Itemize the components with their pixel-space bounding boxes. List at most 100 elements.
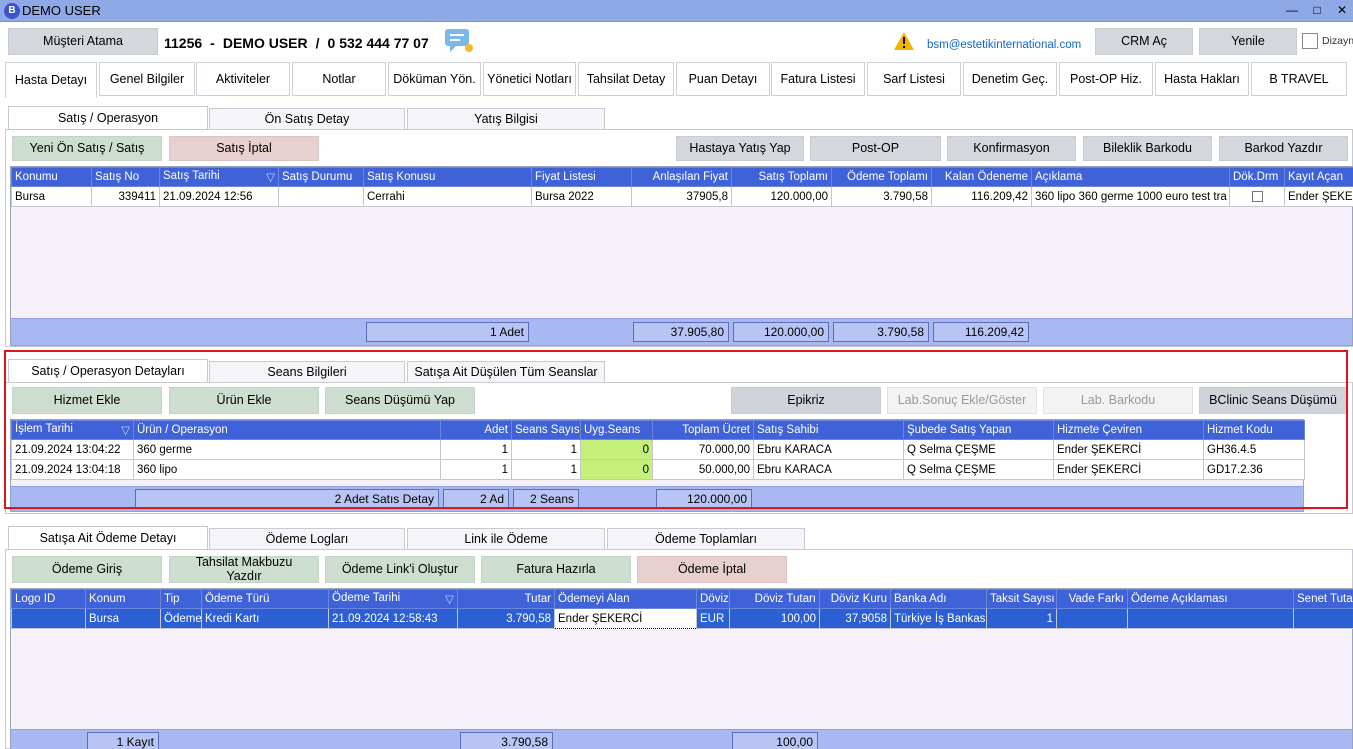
- cell-banka-adi[interactable]: Türkiye İş Bankası: [890, 608, 987, 629]
- cell-islem-tarihi[interactable]: 21.09.2024 13:04:18: [11, 459, 134, 480]
- col-odeme-aciklamasi[interactable]: Ödeme Açıklaması: [1127, 589, 1294, 609]
- cell-uyg-seans[interactable]: 0: [580, 459, 653, 480]
- barkod-yazdir-button[interactable]: Barkod Yazdır: [1219, 136, 1348, 161]
- minimize-button[interactable]: —: [1280, 2, 1304, 19]
- col-kayit-acan[interactable]: Kayıt Açan: [1284, 167, 1353, 187]
- col-hizmete-ceviren[interactable]: Hizmete Çeviren: [1053, 420, 1204, 440]
- cell-odeme-turu[interactable]: Kredi Kartı: [201, 608, 329, 629]
- cell-konum[interactable]: Bursa: [85, 608, 161, 629]
- cell-adet[interactable]: 1: [440, 439, 512, 460]
- cell-odeme-tarihi[interactable]: 21.09.2024 12:58:43: [328, 608, 458, 629]
- cell-seans-sayisi[interactable]: 1: [511, 439, 581, 460]
- col-logo-id[interactable]: Logo ID: [11, 589, 86, 609]
- cell-satis-tarihi[interactable]: 21.09.2024 12:56: [159, 186, 279, 207]
- tab-dokuman[interactable]: Döküman Yön.: [388, 62, 481, 96]
- col-islem-tarihi[interactable]: İşlem Tarihi ▽: [11, 420, 134, 440]
- cell-subede-satis[interactable]: Q Selma ÇEŞME: [903, 439, 1054, 460]
- cell-satis-durumu[interactable]: [278, 186, 364, 207]
- dizayn-checkbox[interactable]: [1302, 33, 1318, 49]
- tab-dusulen-seanslar[interactable]: Satışa Ait Düşülen Tüm Seanslar: [407, 361, 605, 383]
- seans-dusumu-button[interactable]: Seans Düşümü Yap: [325, 387, 475, 414]
- fatura-hazirla-button[interactable]: Fatura Hazırla: [481, 556, 631, 583]
- col-odeme-tarihi[interactable]: Ödeme Tarihi ▽: [328, 589, 458, 609]
- col-doviz-tutari[interactable]: Döviz Tutarı: [729, 589, 820, 609]
- odeme-link-button[interactable]: Ödeme Link'i Oluştur: [325, 556, 475, 583]
- dok-drm-checkbox[interactable]: [1251, 190, 1263, 202]
- col-hizmet-kodu[interactable]: Hizmet Kodu: [1203, 420, 1305, 440]
- tab-yatis-bilgisi[interactable]: Yatış Bilgisi: [407, 108, 605, 130]
- cell-adet[interactable]: 1: [440, 459, 512, 480]
- cell-satis-sahibi[interactable]: Ebru KARACA: [753, 459, 904, 480]
- musteri-atama-button[interactable]: Müşteri Atama: [8, 28, 158, 55]
- col-satis-toplami[interactable]: Satış Toplamı: [731, 167, 832, 187]
- tab-sarf-listesi[interactable]: Sarf Listesi: [867, 62, 961, 96]
- tab-link-ile-odeme[interactable]: Link ile Ödeme: [407, 528, 605, 550]
- tab-seans-bilgileri[interactable]: Seans Bilgileri: [209, 361, 405, 383]
- odeme-iptal-button[interactable]: Ödeme İptal: [637, 556, 787, 583]
- col-senet-tutari[interactable]: Senet Tutarı: [1293, 589, 1353, 609]
- col-fiyat-listesi[interactable]: Fiyat Listesi: [531, 167, 632, 187]
- col-konum[interactable]: Konum: [85, 589, 161, 609]
- col-adet[interactable]: Adet: [440, 420, 512, 440]
- cell-seans-sayisi[interactable]: 1: [511, 459, 581, 480]
- col-tip[interactable]: Tip: [160, 589, 202, 609]
- bclinic-seans-button[interactable]: BClinic Seans Düşümü: [1199, 387, 1347, 414]
- cell-satis-no[interactable]: 339411: [91, 186, 160, 207]
- crm-button[interactable]: CRM Aç: [1095, 28, 1193, 55]
- cell-urun[interactable]: 360 lipo: [133, 459, 441, 480]
- lab-barkodu-button[interactable]: Lab. Barkodu: [1043, 387, 1193, 414]
- cell-hizmet-kodu[interactable]: GH36.4.5: [1203, 439, 1305, 460]
- col-subede-satis[interactable]: Şubede Satış Yapan: [903, 420, 1054, 440]
- table-row[interactable]: 21.09.2024 13:04:18 360 lipo 1 1 0 50.00…: [11, 459, 1305, 480]
- tab-yonetici-notlari[interactable]: Yönetici Notları: [483, 62, 576, 96]
- cell-vade-farki[interactable]: [1056, 608, 1128, 629]
- table-row[interactable]: Bursa Ödeme Kredi Kartı 21.09.2024 12:58…: [11, 608, 1353, 629]
- cell-anlasilan[interactable]: 37905,8: [631, 186, 732, 207]
- close-button[interactable]: ✕: [1330, 2, 1353, 19]
- cell-hizmet-kodu[interactable]: GD17.2.36: [1203, 459, 1305, 480]
- col-satis-no[interactable]: Satış No: [91, 167, 160, 187]
- post-op-button[interactable]: Post-OP: [810, 136, 941, 161]
- cell-hizmete-ceviren[interactable]: Ender ŞEKERCİ: [1053, 459, 1204, 480]
- col-aciklama[interactable]: Açıklama: [1031, 167, 1230, 187]
- cell-tutar[interactable]: 3.790,58: [457, 608, 555, 629]
- col-toplam-ucret[interactable]: Toplam Ücret: [652, 420, 754, 440]
- cell-doviz[interactable]: EUR: [696, 608, 730, 629]
- odeme-giris-button[interactable]: Ödeme Giriş: [12, 556, 162, 583]
- cell-konumu[interactable]: Bursa: [11, 186, 92, 207]
- tab-hasta-detayi[interactable]: Hasta Detayı: [5, 62, 97, 98]
- cell-toplam-ucret[interactable]: 50.000,00: [652, 459, 754, 480]
- col-kalan-odeme[interactable]: Kalan Ödeneme: [931, 167, 1032, 187]
- col-seans-sayisi[interactable]: Seans Sayısı: [511, 420, 581, 440]
- cell-tip[interactable]: Ödeme: [160, 608, 202, 629]
- tab-denetim[interactable]: Denetim Geç.: [963, 62, 1057, 96]
- cell-senet-tutari[interactable]: [1293, 608, 1353, 629]
- col-satis-sahibi[interactable]: Satış Sahibi: [753, 420, 904, 440]
- tab-notlar[interactable]: Notlar: [292, 62, 386, 96]
- tab-postop-hiz[interactable]: Post-OP Hiz.: [1059, 62, 1153, 96]
- col-odeme-turu[interactable]: Ödeme Türü: [201, 589, 329, 609]
- tab-tahsilat-detay[interactable]: Tahsilat Detay: [578, 62, 674, 96]
- table-row[interactable]: Bursa 339411 21.09.2024 12:56 Cerrahi Bu…: [11, 186, 1353, 207]
- col-satis-durumu[interactable]: Satış Durumu: [278, 167, 364, 187]
- cell-fiyat-listesi[interactable]: Bursa 2022: [531, 186, 632, 207]
- yatis-yap-button[interactable]: Hastaya Yatış Yap: [676, 136, 804, 161]
- cell-islem-tarihi[interactable]: 21.09.2024 13:04:22: [11, 439, 134, 460]
- col-konumu[interactable]: Konumu: [11, 167, 92, 187]
- tab-puan-detayi[interactable]: Puan Detayı: [676, 62, 770, 96]
- sort-icon[interactable]: ▽: [266, 170, 275, 184]
- cell-satis-toplami[interactable]: 120.000,00: [731, 186, 832, 207]
- cell-logo-id[interactable]: [11, 608, 86, 629]
- cell-satis-sahibi[interactable]: Ebru KARACA: [753, 439, 904, 460]
- col-taksit-sayisi[interactable]: Taksit Sayısı: [986, 589, 1057, 609]
- col-dok-drm[interactable]: Dök.Drm: [1229, 167, 1285, 187]
- maximize-button[interactable]: □: [1305, 2, 1329, 19]
- cell-toplam-ucret[interactable]: 70.000,00: [652, 439, 754, 460]
- cell-dok-drm[interactable]: [1229, 186, 1285, 207]
- konfirmasyon-button[interactable]: Konfirmasyon: [947, 136, 1076, 161]
- tab-satis-operasyon-detaylari[interactable]: Satış / Operasyon Detayları: [8, 359, 208, 383]
- cell-odemeyi-alan[interactable]: Ender ŞEKERCİ: [554, 608, 697, 629]
- user-email[interactable]: bsm@estetikinternational.com: [927, 39, 1081, 51]
- col-vade-farki[interactable]: Vade Farkı: [1056, 589, 1128, 609]
- col-anlasilan-fiyat[interactable]: Anlaşılan Fiyat: [631, 167, 732, 187]
